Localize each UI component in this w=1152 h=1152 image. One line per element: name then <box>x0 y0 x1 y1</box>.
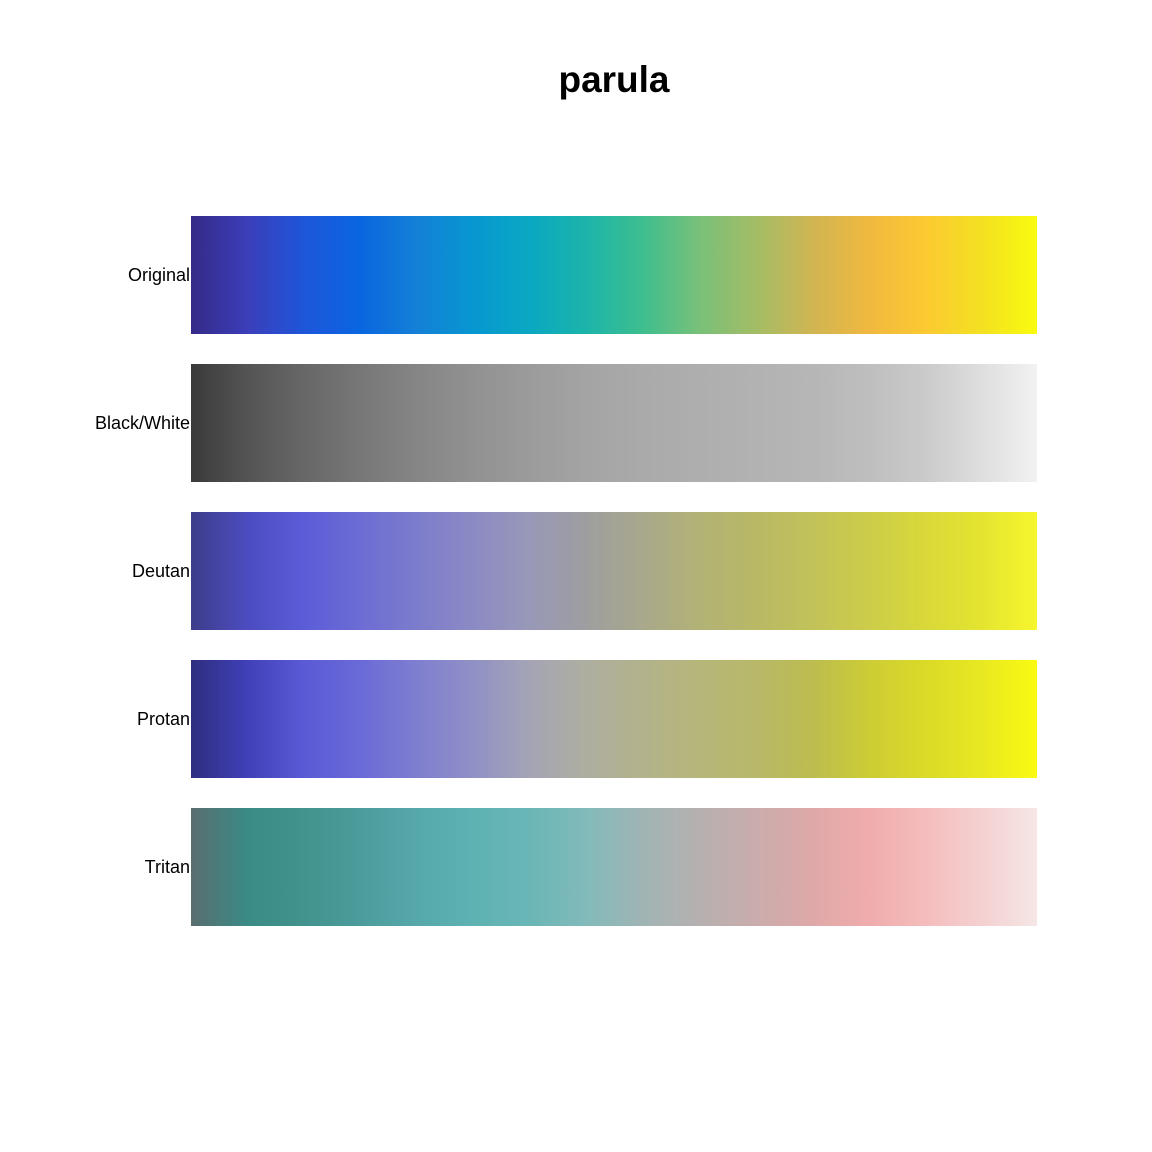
palette-bar <box>191 660 1037 778</box>
palette-chart: Original Black/White Deutan Protan Tritan <box>95 216 1037 926</box>
palette-bar <box>191 512 1037 630</box>
palette-row: Original <box>128 216 1037 334</box>
row-label: Protan <box>137 709 190 729</box>
palette-row: Tritan <box>145 808 1037 926</box>
palette-row: Black/White <box>95 364 1037 482</box>
palette-bar <box>191 364 1037 482</box>
palette-bar <box>191 216 1037 334</box>
row-label: Deutan <box>132 561 190 581</box>
row-label: Black/White <box>95 413 190 433</box>
row-label: Tritan <box>145 857 190 877</box>
palette-row: Deutan <box>132 512 1037 630</box>
palette-bar <box>191 808 1037 926</box>
row-label: Original <box>128 265 190 285</box>
palette-row: Protan <box>137 660 1037 778</box>
